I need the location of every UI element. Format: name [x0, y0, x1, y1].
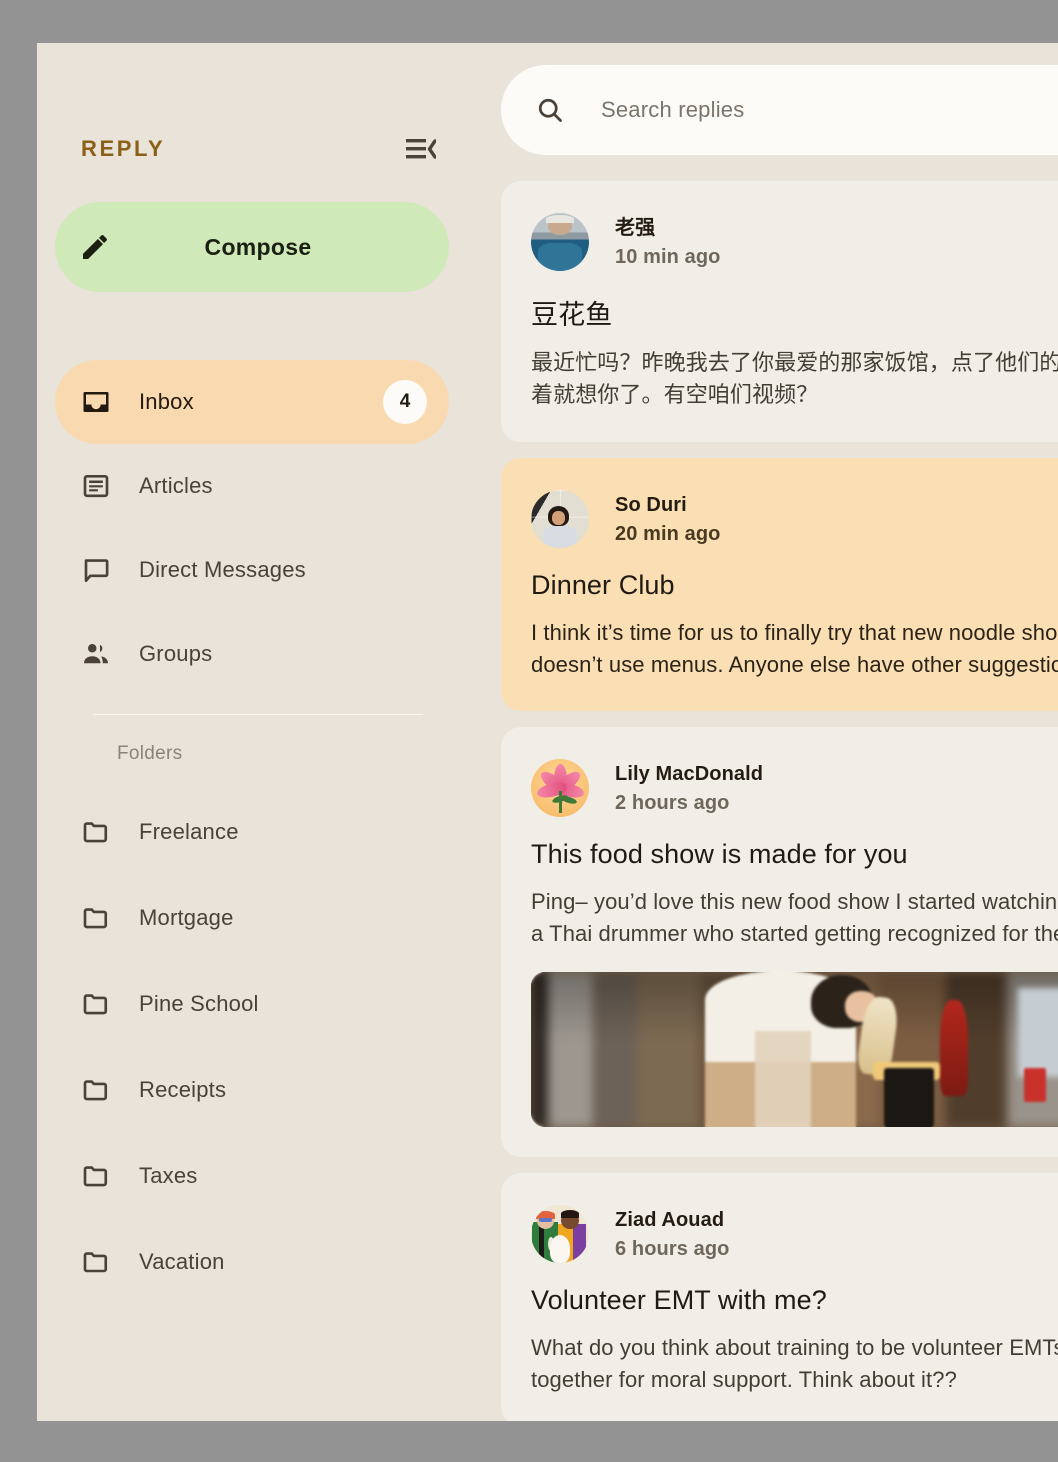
folder-list: Freelance Mortgage Pine School Receipts …	[37, 789, 467, 1305]
avatar	[531, 490, 589, 548]
email-meta: 老强 10 min ago	[615, 216, 720, 269]
folder-icon	[81, 989, 119, 1019]
sidebar-header: REPLY	[37, 118, 467, 180]
folder-icon	[81, 903, 119, 933]
email-card[interactable]: Lily MacDonald 2 hours ago This food sho…	[501, 727, 1058, 1157]
email-meta: So Duri 20 min ago	[615, 493, 720, 546]
email-meta: Lily MacDonald 2 hours ago	[615, 762, 763, 815]
folder-item-vacation[interactable]: Vacation	[55, 1219, 449, 1305]
search-icon	[535, 95, 565, 125]
email-subject: This food show is made for you	[531, 839, 908, 869]
folder-icon	[81, 817, 119, 847]
email-card-header: Lily MacDonald 2 hours ago	[531, 759, 1058, 817]
sidebar-item-articles-label: Articles	[139, 473, 213, 498]
email-preview: Ping– you’d love this new food show I st…	[531, 889, 1058, 946]
email-list-pane: Search replies 老强 10 min ago 豆花鱼 最近忙吗？昨晚…	[467, 43, 1058, 1421]
search-input[interactable]: Search replies	[601, 97, 744, 123]
email-timestamp: 2 hours ago	[615, 791, 730, 814]
avatar	[531, 759, 589, 817]
folder-item-mortgage[interactable]: Mortgage	[55, 875, 449, 961]
folder-item-pine-school[interactable]: Pine School	[55, 961, 449, 1047]
email-meta: Ziad Aouad 6 hours ago	[615, 1208, 729, 1261]
folder-icon	[81, 1161, 119, 1191]
folder-icon	[81, 1247, 119, 1277]
email-subject: Dinner Club	[531, 570, 675, 600]
folder-item-taxes-label: Taxes	[139, 1163, 198, 1188]
article-icon	[81, 471, 119, 501]
compose-button-label: Compose	[204, 233, 312, 260]
folder-item-taxes[interactable]: Taxes	[55, 1133, 449, 1219]
sidebar: REPLY Compose Inbox 4 Articles Direct Me…	[37, 43, 467, 1421]
email-subject: 豆花鱼	[531, 300, 613, 330]
email-card-header: So Duri 20 min ago	[531, 490, 1058, 548]
email-card[interactable]: 老强 10 min ago 豆花鱼 最近忙吗？昨晚我去了你最爱的那家饭馆，点了他…	[501, 181, 1058, 442]
email-card-header: 老强 10 min ago	[531, 213, 1058, 271]
sidebar-item-inbox[interactable]: Inbox 4	[55, 360, 449, 444]
email-sender: So Duri	[615, 493, 687, 516]
email-card-list: 老强 10 min ago 豆花鱼 最近忙吗？昨晚我去了你最爱的那家饭馆，点了他…	[501, 181, 1058, 1421]
email-timestamp: 10 min ago	[615, 245, 721, 268]
sidebar-item-inbox-label: Inbox	[139, 389, 194, 414]
search-bar[interactable]: Search replies	[501, 65, 1058, 155]
folder-item-receipts[interactable]: Receipts	[55, 1047, 449, 1133]
email-subject: Volunteer EMT with me?	[531, 1285, 827, 1315]
inbox-icon	[81, 387, 119, 417]
folder-icon	[81, 1075, 119, 1105]
chat-bubble-icon	[81, 555, 119, 585]
folder-item-receipts-label: Receipts	[139, 1077, 227, 1102]
sidebar-item-direct-messages[interactable]: Direct Messages	[55, 528, 449, 612]
menu-open-icon[interactable]	[406, 138, 437, 160]
email-preview: I think it’s time for us to finally try …	[531, 620, 1058, 677]
sidebar-item-articles[interactable]: Articles	[55, 444, 449, 528]
folders-section-label: Folders	[117, 743, 183, 764]
app-brand-title: REPLY	[81, 136, 166, 161]
email-timestamp: 6 hours ago	[615, 1237, 730, 1260]
email-card-header: Ziad Aouad 6 hours ago	[531, 1205, 1058, 1263]
sidebar-item-groups[interactable]: Groups	[55, 612, 449, 696]
folder-item-freelance-label: Freelance	[139, 819, 239, 844]
email-sender: 老强	[615, 216, 656, 239]
email-card[interactable]: Ziad Aouad 6 hours ago Volunteer EMT wit…	[501, 1173, 1058, 1421]
compose-button[interactable]: Compose	[55, 202, 449, 292]
folder-item-pine-school-label: Pine School	[139, 991, 259, 1016]
email-timestamp: 20 min ago	[615, 522, 721, 545]
email-sender: Lily MacDonald	[615, 762, 764, 785]
email-sender: Ziad Aouad	[615, 1208, 725, 1231]
sidebar-nav: Inbox 4 Articles Direct Messages Groups	[37, 360, 467, 696]
folder-item-freelance[interactable]: Freelance	[55, 789, 449, 875]
sidebar-item-direct-messages-label: Direct Messages	[139, 557, 306, 582]
email-attachment-image[interactable]	[531, 972, 1058, 1127]
people-icon	[81, 639, 119, 669]
email-card[interactable]: So Duri 20 min ago Dinner Club I think i…	[501, 458, 1058, 711]
avatar	[531, 213, 589, 271]
folder-item-vacation-label: Vacation	[139, 1249, 225, 1274]
email-preview: 最近忙吗？昨晚我去了你最爱的那家饭馆，点了他们的特色 着就想你了。有空咱们视频？	[531, 351, 1058, 408]
avatar	[531, 1205, 589, 1263]
pencil-icon	[79, 231, 111, 263]
folder-item-mortgage-label: Mortgage	[139, 905, 234, 930]
email-preview: What do you think about training to be v…	[531, 1335, 1058, 1392]
inbox-unread-badge: 4	[383, 380, 427, 424]
sidebar-item-groups-label: Groups	[139, 641, 213, 666]
app-window: REPLY Compose Inbox 4 Articles Direct Me…	[37, 43, 1058, 1421]
